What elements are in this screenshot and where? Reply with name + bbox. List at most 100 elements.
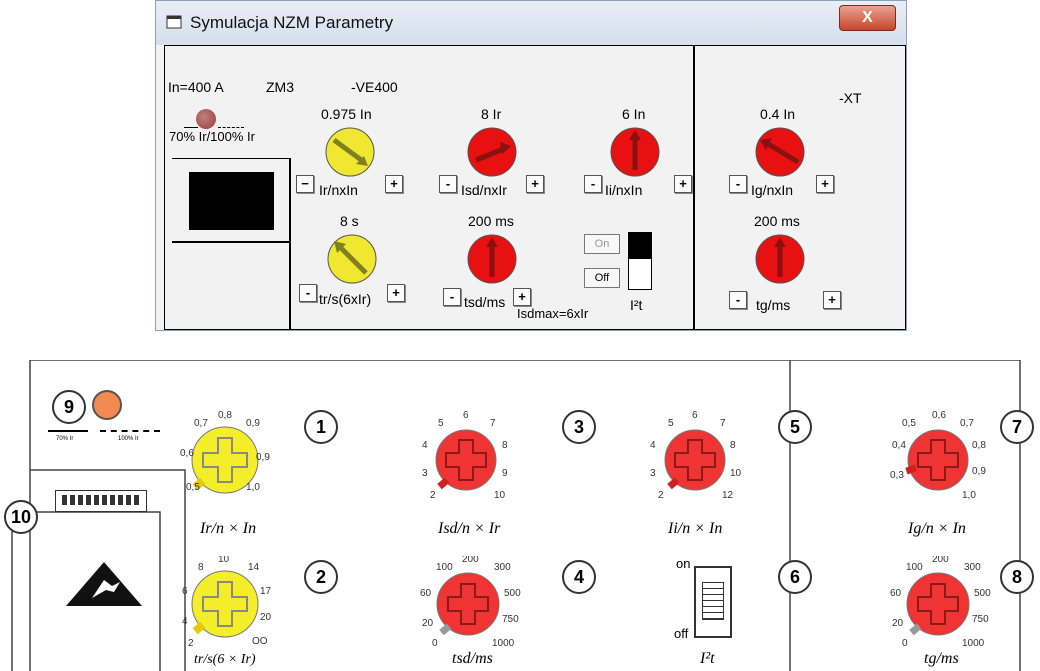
- tg-label: tg/ms: [756, 297, 791, 313]
- ir-dial[interactable]: [324, 126, 376, 178]
- ir-label: Ir/nxIn: [319, 182, 358, 198]
- tr-decrease-button[interactable]: -: [299, 284, 317, 302]
- tg-increase-button[interactable]: +: [823, 291, 841, 309]
- isd-decrease-button[interactable]: -: [439, 175, 457, 193]
- tick: 100: [906, 562, 923, 573]
- led-solid-line: [184, 127, 198, 128]
- marker-4: 4: [562, 560, 596, 594]
- dial-5-label: Ii/n × In: [668, 520, 723, 537]
- tr-increase-button[interactable]: +: [387, 284, 405, 302]
- ii-dial[interactable]: [609, 126, 661, 178]
- tick: 0,8: [218, 410, 232, 421]
- tick: 300: [494, 562, 511, 573]
- simulation-window: Symulacja NZM Parametry X In=400 A ZM3 -…: [155, 0, 907, 331]
- isd-value: 8 Ir: [481, 106, 502, 122]
- tick: 10: [730, 468, 742, 479]
- ii-label: Ii/nxIn: [605, 182, 643, 198]
- tick: 500: [974, 588, 991, 599]
- tick: 200: [932, 556, 949, 565]
- tick: 8: [198, 562, 204, 573]
- tick: 5: [668, 418, 674, 429]
- ig-label: Ig/nxIn: [751, 182, 794, 198]
- tick: 2: [658, 490, 664, 501]
- ii-decrease-button[interactable]: -: [584, 175, 602, 193]
- tick: 7: [490, 418, 496, 429]
- tick: 0,5: [186, 482, 200, 493]
- tick: 0,5: [902, 418, 916, 429]
- isdmax-label: Isdmax=6xIr: [517, 306, 589, 321]
- led-caption: 70% Ir/100% Ir: [169, 129, 255, 144]
- tg-decrease-button[interactable]: -: [729, 291, 747, 309]
- dial-5-ii: 2 3 4 5 6 7 8 10 12: [650, 410, 742, 501]
- window-app-icon: [166, 15, 182, 29]
- marker-2: 2: [304, 560, 338, 594]
- tick: 4: [650, 440, 656, 451]
- isd-label: Isd/nxIr: [461, 182, 507, 198]
- ii-value: 6 In: [622, 106, 646, 122]
- marker-9: 9: [52, 390, 86, 424]
- dial-4-label: tsd/ms: [452, 650, 493, 667]
- tick: 60: [420, 588, 432, 599]
- tick: 0,6: [932, 410, 946, 421]
- tick: OO: [252, 636, 268, 647]
- switch-off-label: off: [674, 626, 689, 641]
- tick: 0,6: [180, 448, 194, 459]
- switch-on-label: on: [676, 556, 691, 571]
- tg-dial[interactable]: [754, 233, 806, 285]
- marker-8: 8: [1000, 560, 1034, 594]
- model-label: ZM3: [266, 79, 294, 95]
- tick: 0,8: [972, 440, 986, 451]
- tsd-decrease-button[interactable]: -: [443, 288, 461, 306]
- dial-8-tg: 0 20 60 100 200 300 500 750 1000: [890, 556, 991, 649]
- tick: 60: [890, 588, 902, 599]
- marker-6: 6: [778, 560, 812, 594]
- i2t-switch-knob: [629, 233, 651, 259]
- tick: 3: [650, 468, 656, 479]
- tick: 1000: [492, 638, 515, 649]
- ground-fault-panel: [694, 45, 906, 330]
- tr-label: tr/s(6xIr): [319, 291, 372, 307]
- ig-increase-button[interactable]: +: [816, 175, 834, 193]
- i2t-off-button[interactable]: Off: [584, 268, 620, 288]
- tsd-increase-button[interactable]: +: [513, 288, 531, 306]
- marker-7: 7: [1000, 410, 1034, 444]
- tick: 20: [892, 618, 904, 629]
- tick: 10: [494, 490, 506, 501]
- tick: 8: [730, 440, 736, 451]
- tick: 9: [502, 468, 508, 479]
- tg-value: 200 ms: [754, 213, 800, 229]
- tr-dial[interactable]: [326, 233, 378, 285]
- i2t-on-button[interactable]: On: [584, 234, 620, 254]
- ir-value: 0.975 In: [321, 106, 372, 122]
- ig-dial[interactable]: [754, 126, 806, 178]
- dial-1-label: Ir/n × In: [200, 520, 257, 537]
- tick: 20: [422, 618, 434, 629]
- dial-3-isd: 2 3 4 5 6 7 8 9 10: [422, 410, 508, 501]
- tick: 1000: [962, 638, 985, 649]
- window-title: Symulacja NZM Parametry: [190, 13, 394, 32]
- tick: 2: [188, 638, 194, 649]
- tick: 0,7: [960, 418, 974, 429]
- ir-decrease-button[interactable]: −: [296, 175, 314, 193]
- ig-decrease-button[interactable]: -: [729, 175, 747, 193]
- xt-label: -XT: [839, 90, 862, 106]
- led-dashed-line: [218, 127, 244, 128]
- tsd-dial[interactable]: [466, 233, 518, 285]
- dial-4-tsd: 0 20 60 100 200 300 500 750 1000: [420, 556, 521, 649]
- ii-increase-button[interactable]: +: [674, 175, 692, 193]
- tick: 6: [182, 586, 188, 597]
- tick: 0,4: [892, 440, 906, 451]
- close-button[interactable]: X: [839, 5, 896, 31]
- tick: 0: [902, 638, 908, 649]
- isd-dial[interactable]: [466, 126, 518, 178]
- isd-increase-button[interactable]: +: [526, 175, 544, 193]
- variant-label: -VE400: [351, 79, 398, 95]
- i2t-slide-switch: [694, 566, 732, 638]
- overload-led: [196, 109, 216, 129]
- tick: 0,95: [256, 452, 270, 463]
- ir-increase-button[interactable]: +: [385, 175, 403, 193]
- display-screen: [189, 172, 274, 230]
- i2t-switch[interactable]: [628, 232, 652, 290]
- tick: 8: [502, 440, 508, 451]
- legend-solid-label: 70% Ir: [56, 436, 74, 442]
